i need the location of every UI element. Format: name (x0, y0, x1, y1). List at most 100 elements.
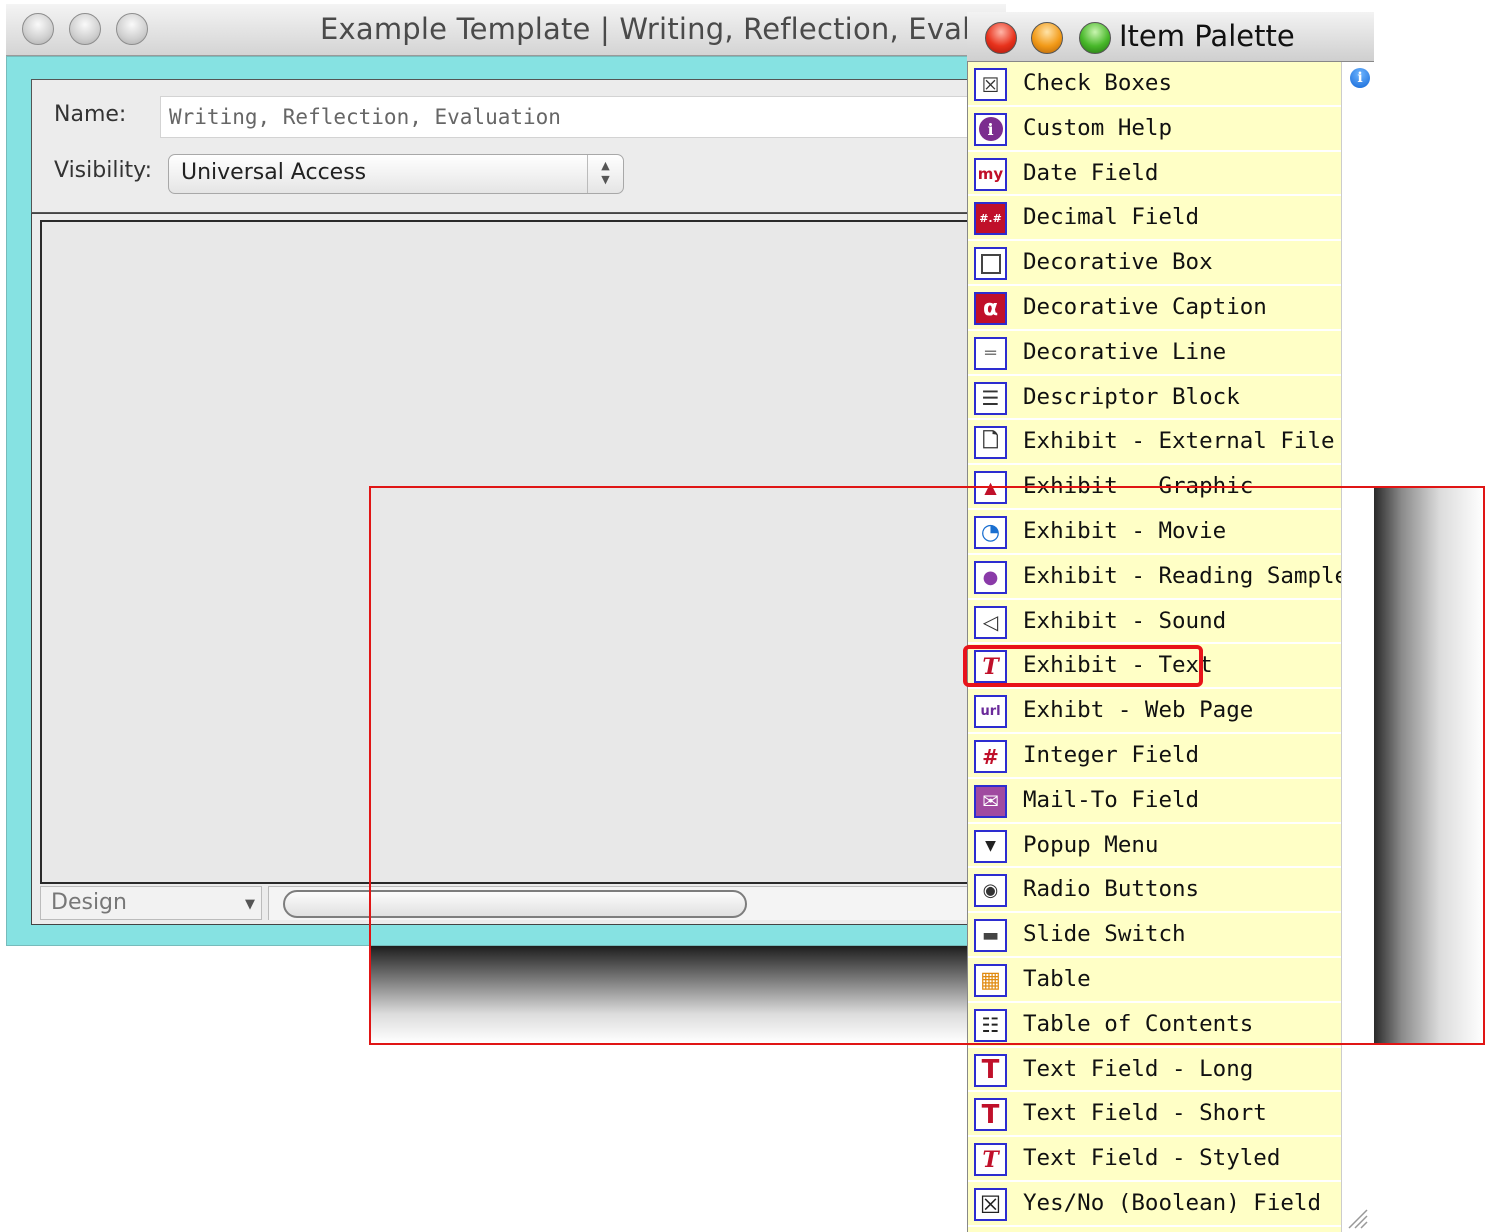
palette-item-label: Exhibit - External File (1023, 428, 1335, 455)
name-input[interactable]: Writing, Reflection, Evaluation (160, 96, 980, 138)
palette-item-radio-buttons[interactable]: ◉ Radio Buttons (968, 868, 1342, 914)
palette-item-label: Mail-To Field (1023, 786, 1200, 813)
palette-item-label: Descriptor Block (1023, 383, 1240, 410)
visibility-select[interactable]: Universal Access ▲ ▼ (168, 154, 624, 194)
palette-item-date-field[interactable]: my Date Field (968, 152, 1342, 197)
name-label: Name: (54, 102, 127, 127)
palette-item-table[interactable]: ▦ Table (968, 958, 1342, 1003)
box-icon (974, 247, 1007, 281)
calendar-my-icon: my (974, 157, 1007, 191)
file-icon: 🗋 (974, 426, 1007, 460)
radio-icon: ◉ (974, 874, 1007, 908)
item-palette-window: Item Palette ☒ Check Boxes i Custom Help my D… (967, 12, 1374, 1232)
palette-item-label: Popup Menu (1023, 831, 1159, 858)
palette-item-check-boxes[interactable]: ☒ Check Boxes (968, 62, 1342, 107)
palette-item-label: Custom Help (1023, 114, 1173, 141)
styled-t-icon: T (974, 1143, 1007, 1177)
palette-item-exhibit-reading-sample[interactable]: ● Exhibit - Reading Sample (968, 555, 1348, 600)
styled-t-icon: T (974, 650, 1007, 684)
hash-icon: # (974, 740, 1007, 773)
info-icon[interactable]: i (1350, 68, 1370, 88)
palette-close-button[interactable] (985, 22, 1017, 54)
horizontal-scrollbar[interactable] (268, 886, 1008, 920)
palette-item-descriptor-block[interactable]: ☰ Descriptor Block (968, 376, 1342, 421)
palette-item-exhibit-external-file[interactable]: 🗋 Exhibit - External File (968, 420, 1342, 466)
palette-item-label: Yes/No (Boolean) Field (1023, 1190, 1322, 1216)
info-circle-icon: i (974, 112, 1007, 146)
palette-item-label: Exhibt - Web Page (1023, 697, 1254, 724)
palette-item-label: Decorative Caption (1023, 294, 1267, 320)
template-form: Name: Writing, Reflection, Evaluation Vi… (31, 79, 1007, 213)
text-short-icon: T (974, 1098, 1007, 1132)
palette-item-label: Check Boxes (1023, 70, 1173, 96)
palette-item-integer-field[interactable]: # Integer Field (968, 734, 1342, 779)
url-icon: url (974, 695, 1007, 729)
palette-title: Item Palette (1119, 19, 1295, 53)
checkboxes-icon: ☒ (974, 68, 1007, 101)
palette-minimize-button[interactable] (1031, 22, 1063, 54)
design-canvas-frame: Design ▼ (31, 213, 1008, 925)
design-mode-select[interactable]: Design ▼ (40, 886, 262, 920)
palette-item-decorative-caption[interactable]: α Decorative Caption (968, 286, 1342, 331)
stepper-arrows-icon: ▲ ▼ (587, 155, 623, 193)
close-button[interactable] (22, 13, 54, 45)
palette-item-exhibit-text[interactable]: T Exhibit - Text (968, 644, 1342, 690)
visibility-value: Universal Access (181, 160, 367, 185)
palette-item-text-field-styled[interactable]: T Text Field - Styled (968, 1137, 1342, 1182)
palette-item-exhibit-sound[interactable]: ◁ Exhibit - Sound (968, 600, 1342, 645)
palette-item-custom-help[interactable]: i Custom Help (968, 107, 1342, 152)
palette-item-label: Table (1023, 966, 1091, 992)
palette-titlebar[interactable]: Item Palette (967, 12, 1374, 62)
boolean-x-icon: ☒ (974, 1188, 1007, 1221)
zoom-button[interactable] (116, 13, 148, 45)
palette-item-text-field-short[interactable]: T Text Field - Short (968, 1092, 1342, 1138)
template-titlebar[interactable]: Example Template | Writing, Reflection, … (6, 4, 1007, 56)
palette-item-list: ☒ Check Boxes i Custom Help my Date Field #.# D… (967, 62, 1348, 1232)
palette-item-decimal-field[interactable]: #.# Decimal Field (968, 196, 1342, 242)
palette-item-label: Exhibit - Reading Sample (1023, 562, 1349, 589)
line-icon: ═ (974, 336, 1007, 370)
palette-item-label: Date Field (1023, 159, 1159, 186)
palette-item-mail-to-field[interactable]: ✉ Mail-To Field (968, 779, 1342, 824)
palette-item-label: Slide Switch (1023, 921, 1186, 948)
popup-icon: ▼ (974, 829, 1007, 863)
palette-item-label: Exhibit - Text (1023, 652, 1213, 679)
minimize-button[interactable] (69, 13, 101, 45)
palette-item-exhibit-graphic[interactable]: ▲ Exhibit - Graphic (968, 465, 1342, 510)
palette-item-text-field-long[interactable]: T Text Field - Long (968, 1048, 1342, 1093)
palette-item-exhibt-web-page[interactable]: url Exhibt - Web Page (968, 689, 1342, 734)
speaker-icon: ◁ (974, 605, 1007, 639)
palette-item-yes-no-boolean-field[interactable]: ☒ Yes/No (Boolean) Field (968, 1182, 1342, 1227)
palette-item-decorative-box[interactable]: Decorative Box (968, 241, 1342, 286)
table-icon: ▦ (974, 964, 1007, 997)
palette-item-label: Exhibit - Graphic (1023, 473, 1254, 500)
design-canvas[interactable] (40, 220, 1008, 884)
palette-item-popup-menu[interactable]: ▼ Popup Menu (968, 824, 1342, 869)
palette-item-decorative-line[interactable]: ═ Decorative Line (968, 331, 1342, 376)
palette-item-label: Table of Contents (1023, 1010, 1254, 1037)
window-shadow (371, 946, 967, 1043)
palette-item-label: Text Field - Short (1023, 1100, 1267, 1127)
template-body: Name: Writing, Reflection, Evaluation Vi… (6, 56, 1008, 946)
palette-scrollbar[interactable]: i (1341, 62, 1374, 1232)
palette-item-exhibit-movie[interactable]: ◔ Exhibit - Movie (968, 510, 1342, 555)
decimal-icon: #.# (974, 202, 1007, 236)
scrollbar-thumb[interactable] (283, 890, 747, 918)
palette-zoom-button[interactable] (1079, 22, 1111, 54)
caption-a-icon: α (974, 292, 1007, 325)
graphic-icon: ▲ (974, 471, 1007, 505)
palette-item-slide-switch[interactable]: ▬ Slide Switch (968, 913, 1342, 958)
window-title: Example Template | Writing, Reflection, … (320, 12, 1007, 46)
palette-item-label: Exhibit - Sound (1023, 607, 1227, 634)
palette-item-label: Decimal Field (1023, 204, 1200, 231)
text-long-icon: T (974, 1053, 1007, 1087)
envelope-icon: ✉ (974, 784, 1007, 818)
descriptor-icon: ☰ (974, 381, 1007, 415)
palette-item-label: Decorative Box (1023, 249, 1213, 276)
toc-icon: ☷ (974, 1008, 1007, 1042)
microphone-icon: ● (974, 560, 1007, 594)
palette-item-label: Text Field - Styled (1023, 1145, 1281, 1172)
chevron-down-icon: ▼ (245, 897, 255, 912)
resize-grip-icon[interactable] (1345, 1206, 1369, 1230)
palette-item-table-of-contents[interactable]: ☷ Table of Contents (968, 1003, 1342, 1048)
